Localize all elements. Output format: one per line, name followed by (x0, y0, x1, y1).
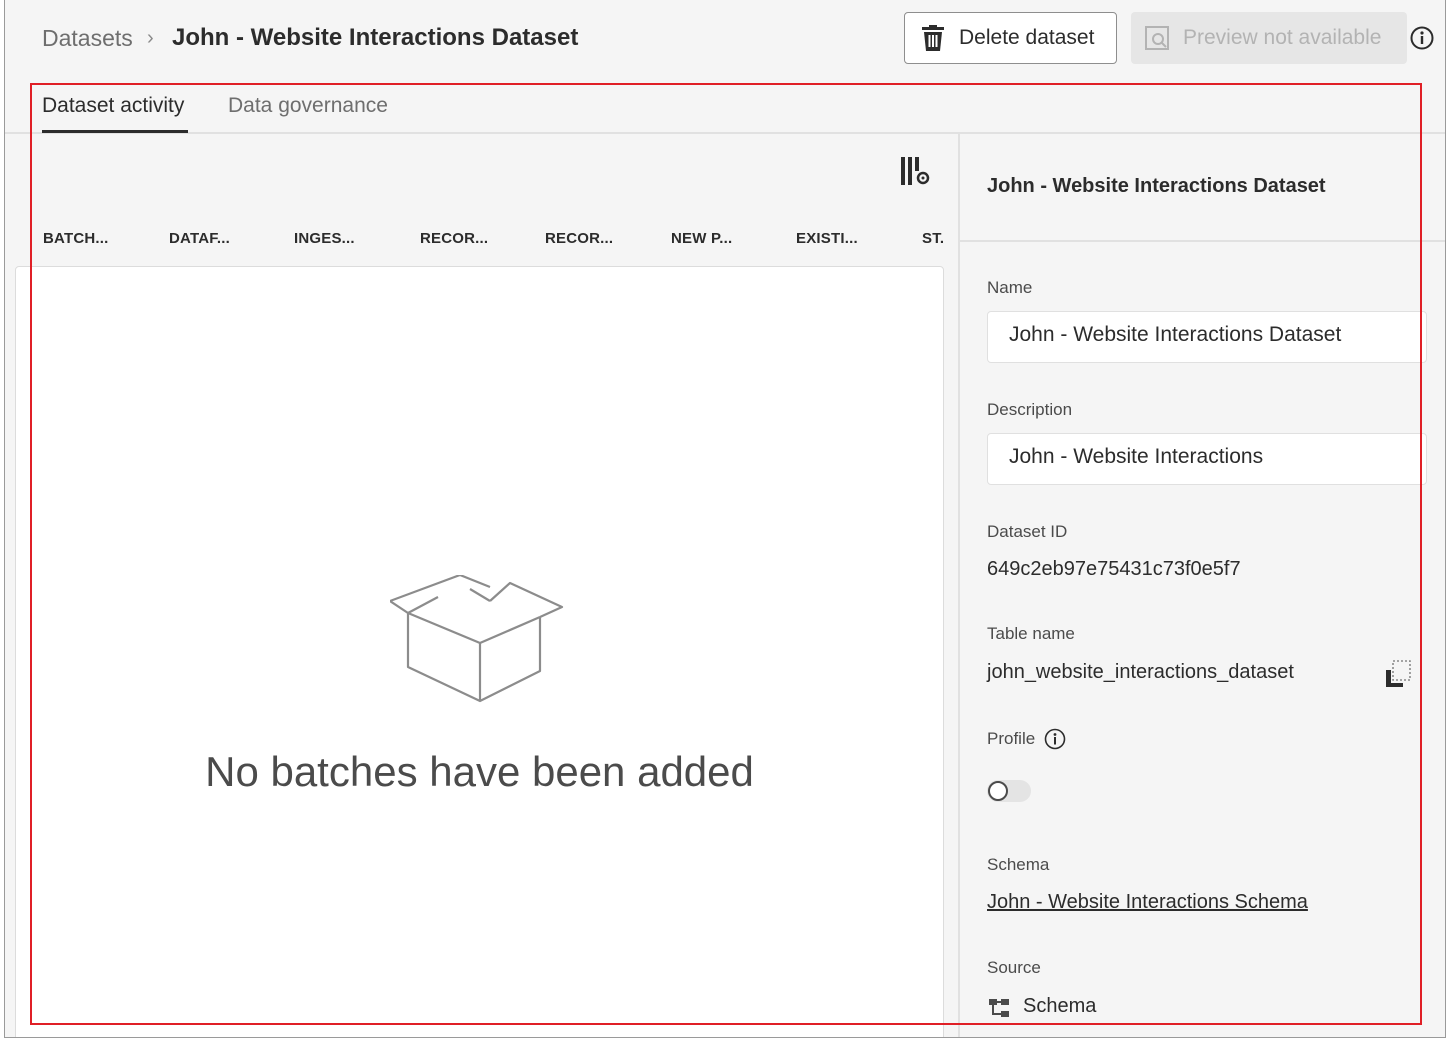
trash-icon (922, 25, 944, 51)
profile-label: Profile (987, 729, 1036, 748)
column-header-new-profiles[interactable]: NEW P... (671, 230, 732, 247)
breadcrumb-datasets-link[interactable]: Datasets (42, 25, 133, 52)
description-label: Description (987, 400, 1073, 419)
column-header-records-2[interactable]: RECOR... (545, 230, 613, 247)
preview-button[interactable]: Preview not available (1131, 12, 1407, 64)
preview-label: Preview not available (1183, 26, 1382, 49)
copy-icon[interactable] (1385, 660, 1411, 688)
info-icon[interactable] (1044, 728, 1066, 750)
dataset-id-label: Dataset ID (987, 522, 1068, 541)
schema-label: Schema (987, 855, 1050, 874)
name-label: Name (987, 278, 1033, 297)
page-header: Datasets › John - Website Interactions D… (5, 0, 1445, 80)
column-header-status[interactable]: ST. (922, 230, 944, 247)
tab-data-governance[interactable]: Data governance (228, 94, 388, 118)
delete-dataset-button[interactable]: Delete dataset (904, 12, 1117, 64)
dataset-page: Datasets › John - Website Interactions D… (4, 0, 1446, 1038)
column-header-ingested[interactable]: INGES... (294, 230, 355, 247)
profile-toggle[interactable] (987, 780, 1031, 802)
column-header-records-1[interactable]: RECOR... (420, 230, 488, 247)
description-field[interactable]: John - Website Interactions (987, 433, 1427, 485)
details-title: John - Website Interactions Dataset (987, 175, 1326, 197)
dataset-id-value: 649c2eb97e75431c73f0e5f7 (987, 558, 1241, 580)
tab-bar: Dataset activity Data governance (5, 82, 1445, 134)
column-header-batch[interactable]: BATCH... (43, 230, 108, 247)
name-field[interactable]: John - Website Interactions Dataset (987, 311, 1427, 363)
source-value: Schema (1023, 995, 1097, 1017)
empty-state-message: No batches have been added (205, 748, 754, 795)
schema-tree-icon (989, 999, 1009, 1017)
table-name-label: Table name (987, 624, 1075, 643)
schema-link[interactable]: John - Website Interactions Schema (987, 891, 1308, 914)
source-label: Source (987, 958, 1041, 977)
column-settings-icon[interactable] (901, 157, 933, 185)
active-tab-indicator (42, 130, 188, 133)
preview-icon (1145, 26, 1169, 50)
toggle-knob (988, 781, 1008, 801)
open-box-icon (390, 575, 564, 703)
panel-divider (958, 134, 960, 1037)
info-icon[interactable] (1410, 26, 1434, 50)
delete-dataset-label: Delete dataset (959, 26, 1095, 49)
details-divider (960, 240, 1445, 242)
column-header-existing-profiles[interactable]: EXISTI... (796, 230, 858, 247)
tab-dataset-activity[interactable]: Dataset activity (42, 94, 184, 118)
page-title: John - Website Interactions Dataset (172, 24, 579, 51)
chevron-right-icon: › (147, 27, 154, 49)
column-header-dataflow[interactable]: DATAF... (169, 230, 230, 247)
table-name-value: john_website_interactions_dataset (987, 661, 1294, 683)
